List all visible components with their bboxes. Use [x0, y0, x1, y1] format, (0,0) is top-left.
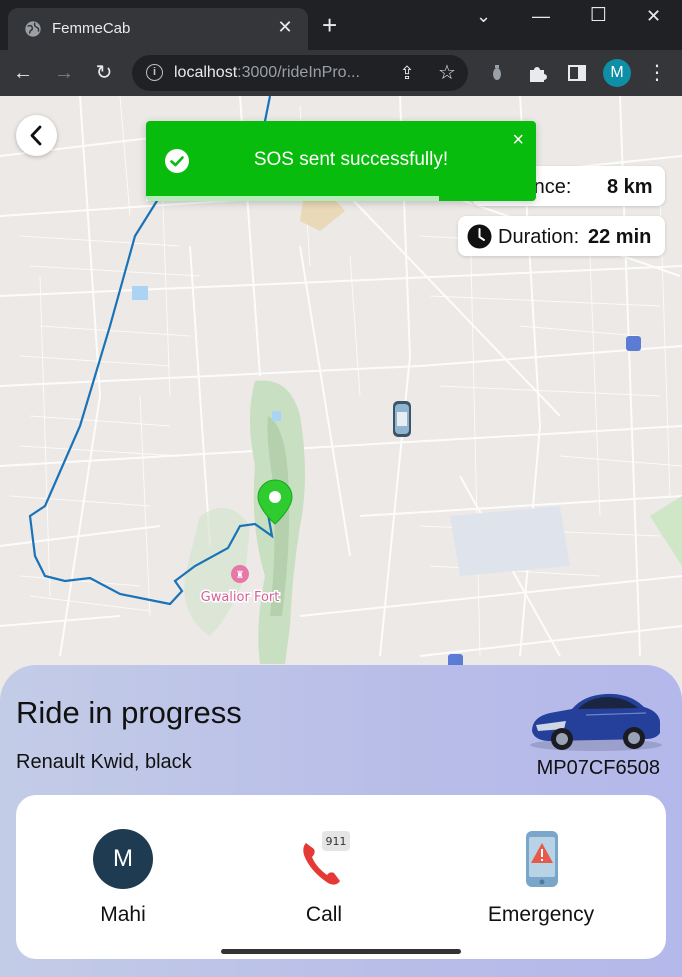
- forward-arrow-icon[interactable]: →: [53, 62, 75, 84]
- tab-search-icon[interactable]: ⌄: [476, 6, 491, 27]
- profile-avatar[interactable]: M: [603, 59, 631, 87]
- extensions-puzzle-icon[interactable]: [526, 62, 548, 84]
- badge-911: 911: [326, 835, 347, 848]
- ride-sheet: Ride in progress Renault Kwid, black MP0…: [0, 665, 682, 977]
- toast-notification[interactable]: SOS sent successfully! ×: [146, 121, 536, 201]
- minimize-icon[interactable]: —: [532, 6, 550, 27]
- car-image: [530, 693, 662, 751]
- toast-progress-bar: [146, 196, 439, 201]
- url-host: localhost: [174, 64, 238, 81]
- phone-911-icon: 911: [303, 831, 350, 885]
- share-icon[interactable]: ⇪: [396, 62, 418, 84]
- emergency-button[interactable]: Emergency: [481, 829, 601, 927]
- new-tab-button[interactable]: +: [322, 12, 337, 38]
- toast-message: SOS sent successfully!: [253, 149, 449, 170]
- back-button[interactable]: [16, 115, 57, 156]
- extension-bulb-icon[interactable]: [486, 62, 508, 84]
- actions-card: M Mahi 911 Call Emergency: [16, 795, 666, 959]
- bookmark-star-icon[interactable]: ☆: [436, 62, 458, 84]
- globe-icon: [25, 21, 41, 37]
- browser-toolbar: ← → ↻ i localhost:3000/rideInPro... ⇪ ☆ …: [0, 50, 682, 96]
- close-window-icon[interactable]: ✕: [646, 6, 661, 27]
- browser-tabstrip: FemmeCab ✕ + ⌄ — ☐ ✕: [0, 0, 682, 50]
- address-bar[interactable]: i localhost:3000/rideInPro... ⇪ ☆: [132, 55, 468, 91]
- browser-menu-icon[interactable]: ⋮: [646, 62, 668, 84]
- driver-avatar: M: [93, 829, 153, 889]
- car-description: Renault Kwid, black: [16, 751, 192, 773]
- reload-icon[interactable]: ↻: [93, 62, 115, 84]
- call-button[interactable]: 911 Call: [264, 829, 384, 927]
- distance-value: 8 km: [607, 176, 653, 198]
- home-indicator: [221, 949, 461, 954]
- app-viewport: ♜ Gwalior Fort Distance: 8 km Duration: …: [0, 96, 682, 977]
- duration-label: Duration:: [498, 226, 580, 248]
- url-path: :3000/rideInPro...: [237, 64, 360, 81]
- maximize-icon[interactable]: ☐: [590, 4, 607, 27]
- ride-title: Ride in progress: [16, 695, 242, 730]
- emergency-label: Emergency: [487, 903, 595, 926]
- tab-close-icon[interactable]: ✕: [274, 17, 296, 38]
- tab-title: FemmeCab: [52, 20, 131, 37]
- back-arrow-icon[interactable]: ←: [12, 62, 34, 84]
- driver-action[interactable]: M Mahi: [63, 829, 183, 927]
- car-marker-icon: [393, 401, 411, 437]
- toast-close-icon[interactable]: ×: [512, 129, 524, 152]
- map-place-label: Gwalior Fort: [201, 590, 280, 605]
- chevron-left-icon: [30, 125, 42, 146]
- url-text[interactable]: localhost:3000/rideInPro...: [174, 64, 360, 82]
- site-info-icon[interactable]: i: [146, 64, 163, 81]
- license-plate: MP07CF6508: [536, 757, 660, 779]
- duration-value: 22 min: [588, 226, 652, 248]
- call-label: Call: [305, 903, 343, 926]
- duration-pill: Duration: 22 min: [458, 216, 665, 256]
- browser-tab[interactable]: FemmeCab ✕: [8, 8, 308, 50]
- clock-icon: [467, 224, 492, 249]
- svg-text:♜: ♜: [236, 570, 245, 581]
- emergency-phone-icon: [526, 831, 558, 887]
- side-panel-icon[interactable]: [566, 62, 588, 84]
- driver-name: Mahi: [100, 903, 146, 926]
